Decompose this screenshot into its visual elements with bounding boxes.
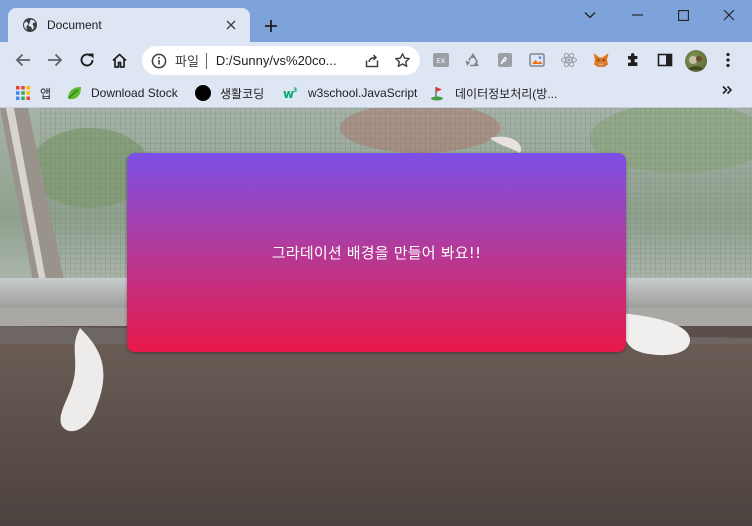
- url-separator: [205, 52, 207, 69]
- metamask-fox-icon[interactable]: [592, 51, 610, 69]
- tab-search-icon[interactable]: [567, 0, 613, 30]
- sidepanel-icon[interactable]: [656, 51, 674, 69]
- back-arrow-icon[interactable]: [8, 45, 38, 75]
- maximize-icon[interactable]: [660, 0, 706, 30]
- reload-icon[interactable]: [72, 45, 102, 75]
- menu-kebab-icon[interactable]: [713, 45, 743, 75]
- ex-extension-icon[interactable]: EX: [432, 51, 450, 69]
- address-bar[interactable]: 파일 D:/Sunny/vs%20co...: [142, 46, 420, 75]
- minimize-icon[interactable]: [614, 0, 660, 30]
- page-viewport: 그라데이션 배경을 만들어 봐요!!: [0, 108, 752, 526]
- react-icon[interactable]: [560, 51, 578, 69]
- title-bar: Document: [0, 0, 752, 42]
- browser-toolbar: 파일 D:/Sunny/vs%20co... EX: [0, 42, 752, 78]
- browser-tab[interactable]: Document: [8, 8, 250, 42]
- pdf-icon[interactable]: [496, 51, 514, 69]
- bookmark-download-stock[interactable]: Download Stock: [66, 84, 178, 102]
- w3-logo-icon: w3: [283, 85, 299, 101]
- close-tab-icon[interactable]: [222, 16, 240, 34]
- svg-text:EX: EX: [437, 57, 446, 65]
- share-icon[interactable]: [360, 49, 384, 73]
- black-circle-icon: [195, 85, 211, 101]
- new-tab-icon[interactable]: [259, 14, 283, 38]
- bookmark-label: Download Stock: [91, 86, 178, 100]
- golf-flag-icon: [430, 85, 446, 101]
- globe-icon: [22, 17, 38, 33]
- bookmark-data-info[interactable]: 데이터정보처리(방...: [430, 84, 557, 102]
- bookmark-saenghwal-coding[interactable]: 생활코딩: [195, 84, 264, 102]
- puzzle-icon[interactable]: [624, 51, 642, 69]
- bookmark-label: 앱: [40, 86, 52, 101]
- gradient-card: 그라데이션 배경을 만들어 봐요!!: [127, 153, 626, 352]
- leaf-icon: [66, 85, 82, 101]
- bookmark-star-icon[interactable]: [390, 49, 414, 73]
- forward-arrow-icon[interactable]: [40, 45, 70, 75]
- screenshot-icon[interactable]: [528, 51, 546, 69]
- close-window-icon[interactable]: [706, 0, 752, 30]
- home-icon[interactable]: [104, 45, 134, 75]
- bookmark-w3school[interactable]: w3 w3school.JavaScript: [283, 84, 417, 102]
- url-text[interactable]: D:/Sunny/vs%20co...: [216, 53, 354, 68]
- bookmark-label: w3school.JavaScript: [308, 86, 418, 100]
- gradient-card-text: 그라데이션 배경을 만들어 봐요!!: [271, 244, 482, 262]
- bookmark-label: 생활코딩: [220, 86, 265, 101]
- profile-avatar[interactable]: [685, 50, 707, 72]
- tab-title: Document: [47, 18, 102, 32]
- bookmark-apps[interactable]: 앱: [15, 84, 51, 102]
- url-scheme-label: 파일: [175, 55, 199, 70]
- site-info-icon[interactable]: [151, 53, 167, 69]
- bookmark-label: 데이터정보처리(방...: [455, 86, 558, 101]
- more-bookmarks-icon[interactable]: [722, 84, 733, 99]
- bookmarks-bar: 앱 Download Stock 생활코딩 w3 w3school.JavaSc…: [0, 78, 752, 108]
- apps-grid-icon: [15, 85, 31, 101]
- svg-text:3: 3: [293, 87, 297, 94]
- recycle-icon[interactable]: [464, 51, 482, 69]
